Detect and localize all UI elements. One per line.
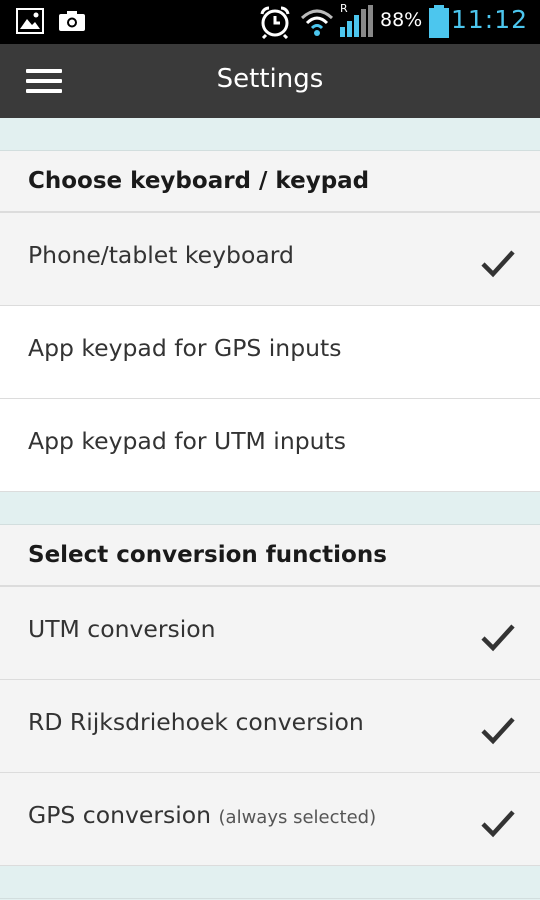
list-item-rd-conversion[interactable]: RD Rijksdriehoek conversion <box>0 680 540 773</box>
wifi-icon <box>300 6 334 42</box>
camera-icon <box>58 10 86 36</box>
list-item-label: App keypad for UTM inputs <box>28 427 346 455</box>
list-item-utm-keypad[interactable]: App keypad for UTM inputs <box>0 399 540 492</box>
checkmark-icon <box>480 249 516 279</box>
list-item-gps-conversion[interactable]: GPS conversion (always selected) <box>0 773 540 866</box>
section-header-label: Choose keyboard / keypad <box>28 168 370 194</box>
list-item-label: RD Rijksdriehoek conversion <box>28 708 364 736</box>
page-title: Settings <box>216 64 324 94</box>
section-spacer <box>0 866 540 899</box>
section-spacer <box>0 118 540 151</box>
list-item-label: Phone/tablet keyboard <box>28 241 294 269</box>
section-header-keyboard: Choose keyboard / keypad <box>0 151 540 213</box>
list-item-utm-conversion[interactable]: UTM conversion <box>0 587 540 680</box>
image-icon <box>16 8 44 38</box>
checkmark-icon <box>480 623 516 653</box>
signal-roaming-label: R <box>340 2 348 15</box>
checkmark-icon <box>480 716 516 746</box>
list-item-phone-keyboard[interactable]: Phone/tablet keyboard <box>0 213 540 306</box>
settings-list: Choose keyboard / keypad Phone/tablet ke… <box>0 118 540 899</box>
list-item-label: GPS conversion <box>28 801 212 829</box>
list-item-label: App keypad for GPS inputs <box>28 334 342 362</box>
status-clock: 11:12 <box>450 5 528 34</box>
battery-percent: 88% <box>380 9 423 31</box>
section-spacer <box>0 492 540 525</box>
section-header-label: Select conversion functions <box>28 542 387 568</box>
status-bar: R 88% 11:12 <box>0 0 540 44</box>
list-item-label: UTM conversion <box>28 615 216 643</box>
alarm-icon <box>258 5 292 43</box>
list-item-label-group: GPS conversion (always selected) <box>28 801 376 829</box>
app-bar: Settings <box>0 44 540 118</box>
battery-icon <box>428 5 450 43</box>
list-item-hint: (always selected) <box>218 807 377 828</box>
checkmark-icon <box>480 809 516 839</box>
section-header-conversion: Select conversion functions <box>0 525 540 587</box>
list-item-gps-keypad[interactable]: App keypad for GPS inputs <box>0 306 540 399</box>
